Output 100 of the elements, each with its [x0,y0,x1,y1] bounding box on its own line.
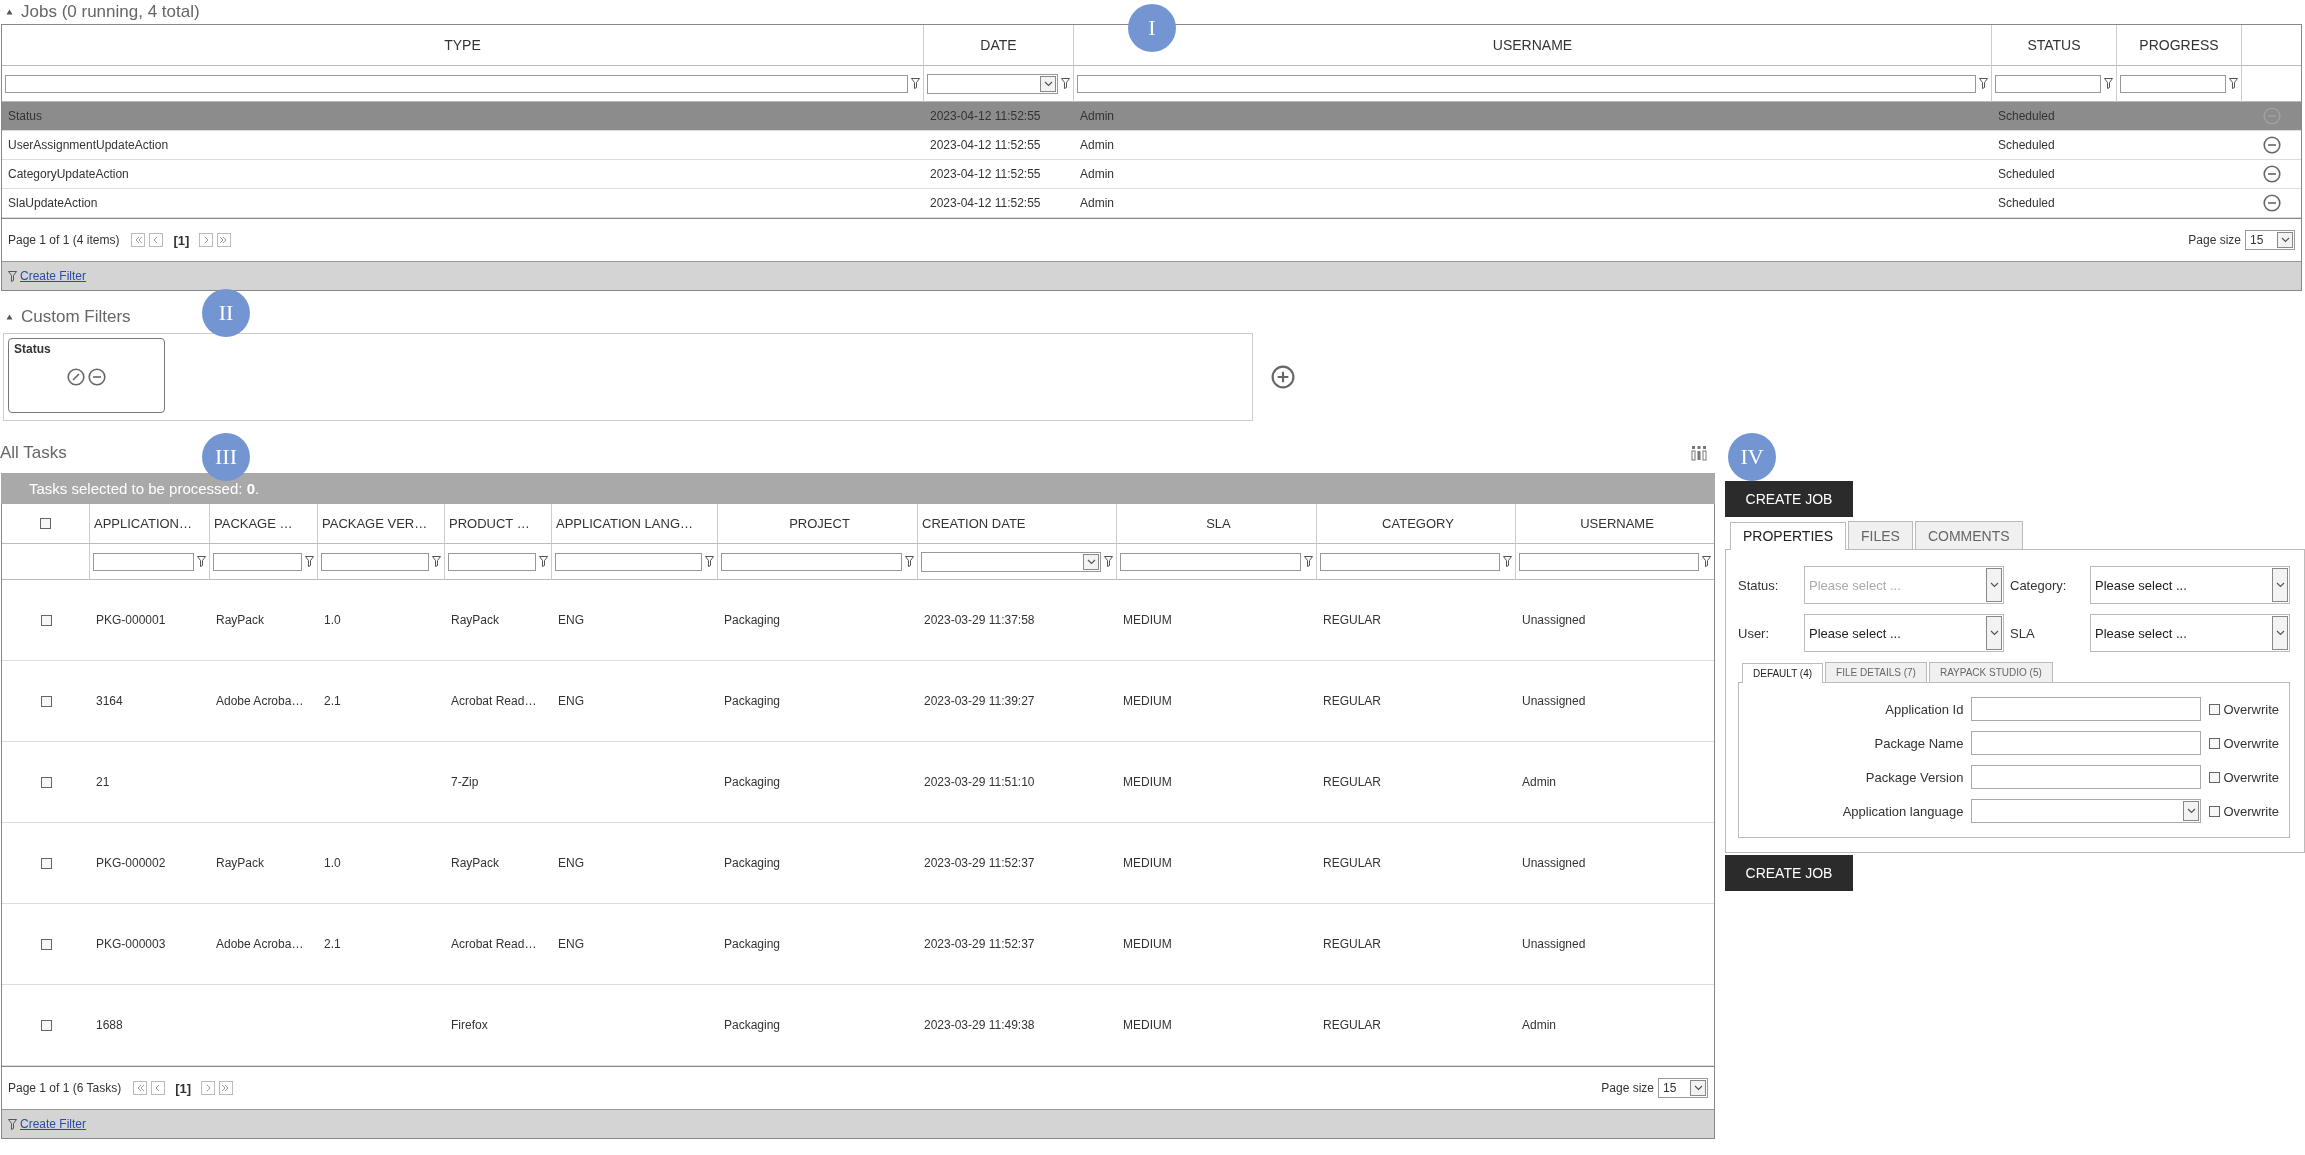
create-filter-link[interactable]: Create Filter [20,269,87,283]
edit-icon[interactable] [67,368,85,386]
column-header[interactable]: SLA [1117,504,1317,544]
column-header[interactable]: PRODUCT … [445,504,552,544]
column-header[interactable]: CREATION DATE [918,504,1117,544]
select-field[interactable]: Please select ... [1804,614,2004,652]
remove-icon[interactable] [2262,165,2281,183]
select-field[interactable]: Please select ... [2090,614,2290,652]
first-page-button[interactable] [133,1081,148,1095]
column-header[interactable]: APPLICATION LANG… [552,504,718,544]
tab[interactable]: COMMENTS [1914,521,2023,549]
select-field[interactable]: Please select ... [2090,566,2290,604]
create-job-button[interactable]: CREATE JOB [1725,481,1853,517]
filter-field[interactable] [1077,74,1976,93]
filter-icon[interactable] [2104,78,2113,89]
row-checkbox[interactable] [40,776,52,788]
filter-field[interactable] [1120,552,1301,571]
column-header[interactable]: DATE [924,25,1074,66]
row-checkbox[interactable] [40,857,52,869]
input-field[interactable] [1971,765,2202,789]
filter-field[interactable] [1995,74,2101,93]
column-header[interactable]: PROGRESS [2117,25,2242,66]
remove-icon[interactable] [88,368,106,386]
create-filter-link[interactable]: Create Filter [20,1117,87,1131]
filter-card[interactable]: Status [8,338,165,413]
first-page-button[interactable] [131,233,146,247]
previous-page-button[interactable] [149,233,164,247]
filter-field[interactable] [2120,74,2226,93]
collapse-caret-icon[interactable] [6,314,13,320]
filter-icon[interactable] [905,556,914,567]
column-header[interactable]: PACKAGE VER… [318,504,445,544]
overwrite-checkbox[interactable] [2209,771,2221,783]
column-header[interactable]: PROJECT [718,504,918,544]
filter-field[interactable] [1320,552,1500,571]
input-field[interactable] [1971,697,2202,721]
row-checkbox[interactable] [40,695,52,707]
previous-page-button[interactable] [151,1081,166,1095]
remove-icon[interactable] [2262,136,2281,154]
overwrite-checkbox[interactable] [2209,703,2221,715]
filter-icon[interactable] [1702,556,1711,567]
current-page[interactable]: [1] [173,232,190,248]
column-header[interactable]: TYPE [2,25,924,66]
column-header[interactable]: CATEGORY [1317,504,1516,544]
filter-icon[interactable] [911,78,920,89]
column-header[interactable]: USERNAME [1516,504,1714,544]
filter-icon[interactable] [1104,556,1113,567]
filter-field[interactable] [1519,552,1699,571]
select-field[interactable] [1971,799,2202,823]
add-icon[interactable] [1271,365,1295,389]
filter-field[interactable] [555,552,702,571]
filter-icon[interactable] [305,556,314,567]
current-page[interactable]: [1] [175,1080,192,1096]
filter-field[interactable] [321,552,429,571]
filter-icon[interactable] [1503,556,1512,567]
column-header[interactable]: PACKAGE … [210,504,318,544]
filter-icon[interactable] [432,556,441,567]
filter-icon[interactable] [1061,78,1070,89]
filter-field[interactable] [93,552,194,571]
filter-field[interactable] [721,552,902,571]
tab[interactable]: FILE DETAILS (7) [1825,662,1927,682]
row-checkbox[interactable] [40,1019,52,1031]
tab[interactable]: DEFAULT (4) [1742,663,1824,683]
select-all-checkbox[interactable] [40,518,51,529]
column-header[interactable]: APPLICATION… [90,504,210,544]
column-header[interactable]: STATUS [1992,25,2117,66]
filter-icon[interactable] [8,270,17,282]
filter-icon[interactable] [1304,556,1313,567]
filter-field[interactable] [213,552,302,571]
tab[interactable]: FILES [1848,521,1913,549]
filter-icon[interactable] [539,556,548,567]
input-field[interactable] [1971,731,2202,755]
column-settings-icon[interactable] [1691,445,1707,461]
tab[interactable]: RAYPACK STUDIO (5) [1928,662,2053,682]
collapse-caret-icon[interactable] [6,9,13,15]
next-page-button[interactable] [201,1081,216,1095]
row-checkbox[interactable] [40,614,52,626]
date-filter-field[interactable] [921,551,1101,572]
page-size-select[interactable]: 15 [2245,230,2295,250]
filter-icon[interactable] [197,556,206,567]
filter-field[interactable] [448,552,536,571]
job-row[interactable]: SlaUpdateAction 2023-04-12 11:52:55 Admin Scheduled [2,189,2301,218]
overwrite-checkbox[interactable] [2209,805,2221,817]
overwrite-checkbox[interactable] [2209,737,2221,749]
page-size-select[interactable]: 15 [1658,1078,1708,1098]
filter-icon[interactable] [2229,78,2238,89]
filter-field[interactable] [5,74,908,93]
job-row[interactable]: UserAssignmentUpdateAction 2023-04-12 11:52:55 Admin Scheduled [2,131,2301,160]
job-row[interactable]: CategoryUpdateAction 2023-04-12 11:52:55 Admin Scheduled [2,160,2301,189]
filter-icon[interactable] [8,1118,17,1130]
next-page-button[interactable] [199,233,214,247]
filter-icon[interactable] [1979,78,1988,89]
filter-icon[interactable] [705,556,714,567]
last-page-button[interactable] [219,1081,234,1095]
remove-icon[interactable] [2262,194,2281,212]
job-row[interactable]: Status 2023-04-12 11:52:55 Admin Scheduled [2,102,2301,131]
create-job-button[interactable]: CREATE JOB [1725,855,1853,891]
date-filter-field[interactable] [927,73,1058,94]
last-page-button[interactable] [217,233,232,247]
tab[interactable]: PROPERTIES [1730,522,1846,550]
row-checkbox[interactable] [40,938,52,950]
